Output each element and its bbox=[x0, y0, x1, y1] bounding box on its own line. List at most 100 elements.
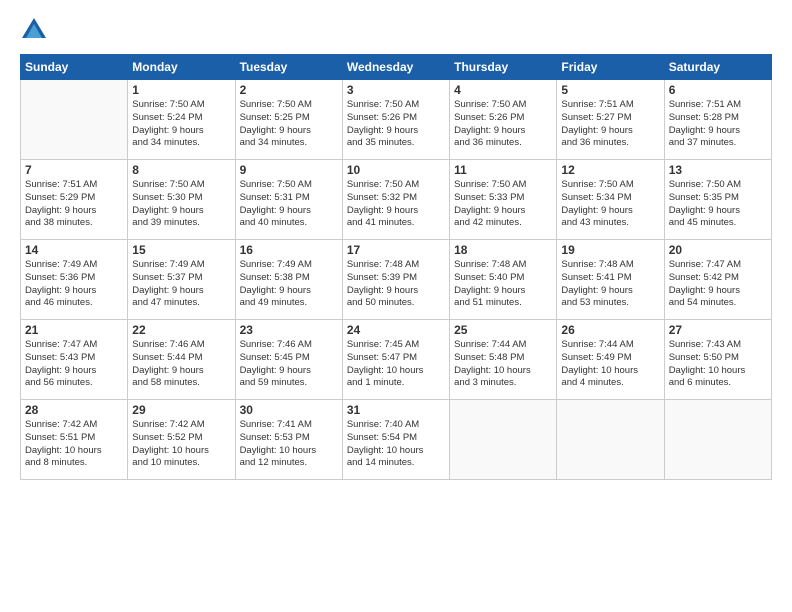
calendar-cell: 18 Sunrise: 7:48 AMSunset: 5:40 PMDayligh… bbox=[450, 240, 557, 320]
calendar-cell bbox=[664, 400, 771, 480]
day-info: Sunrise: 7:50 AMSunset: 5:32 PMDaylight:… bbox=[347, 179, 445, 230]
day-number: 27 bbox=[669, 323, 767, 337]
day-number: 9 bbox=[240, 163, 338, 177]
day-info: Sunrise: 7:48 AMSunset: 5:39 PMDaylight:… bbox=[347, 259, 445, 310]
calendar-cell: 23Sunrise: 7:46 AMSunset: 5:45 PMDayligh… bbox=[235, 320, 342, 400]
day-info: Sunrise: 7:48 AMSunset: 5:40 PMDaylight:… bbox=[454, 259, 552, 310]
calendar-cell bbox=[21, 80, 128, 160]
calendar-cell: 6 Sunrise: 7:51 AMSunset: 5:28 PMDaylight… bbox=[664, 80, 771, 160]
weekday-thursday: Thursday bbox=[450, 55, 557, 80]
day-info: Sunrise: 7:44 AMSunset: 5:49 PMDaylight:… bbox=[561, 339, 659, 390]
day-number: 17 bbox=[347, 243, 445, 257]
weekday-friday: Friday bbox=[557, 55, 664, 80]
calendar-week-1: 7 Sunrise: 7:51 AMSunset: 5:29 PMDaylight… bbox=[21, 160, 772, 240]
day-info: Sunrise: 7:49 AMSunset: 5:36 PMDaylight:… bbox=[25, 259, 123, 310]
day-info: Sunrise: 7:50 AMSunset: 5:31 PMDaylight:… bbox=[240, 179, 338, 230]
calendar-cell: 14 Sunrise: 7:49 AMSunset: 5:36 PMDayligh… bbox=[21, 240, 128, 320]
calendar-cell: 12 Sunrise: 7:50 AMSunset: 5:34 PMDayligh… bbox=[557, 160, 664, 240]
calendar-cell: 24 Sunrise: 7:45 AMSunset: 5:47 PMDayligh… bbox=[342, 320, 449, 400]
weekday-wednesday: Wednesday bbox=[342, 55, 449, 80]
calendar-cell: 10 Sunrise: 7:50 AMSunset: 5:32 PMDayligh… bbox=[342, 160, 449, 240]
day-info: Sunrise: 7:45 AMSunset: 5:47 PMDaylight:… bbox=[347, 339, 445, 390]
day-info: Sunrise: 7:50 AMSunset: 5:35 PMDaylight:… bbox=[669, 179, 767, 230]
day-info: Sunrise: 7:42 AMSunset: 5:52 PMDaylight:… bbox=[132, 419, 230, 470]
day-info: Sunrise: 7:50 AMSunset: 5:34 PMDaylight:… bbox=[561, 179, 659, 230]
weekday-header-row: SundayMondayTuesdayWednesdayThursdayFrid… bbox=[21, 55, 772, 80]
day-info: Sunrise: 7:51 AMSunset: 5:29 PMDaylight:… bbox=[25, 179, 123, 230]
calendar-cell: 31 Sunrise: 7:40 AMSunset: 5:54 PMDayligh… bbox=[342, 400, 449, 480]
calendar-cell: 13 Sunrise: 7:50 AMSunset: 5:35 PMDayligh… bbox=[664, 160, 771, 240]
calendar-cell: 28 Sunrise: 7:42 AMSunset: 5:51 PMDayligh… bbox=[21, 400, 128, 480]
calendar-cell: 25Sunrise: 7:44 AMSunset: 5:48 PMDayligh… bbox=[450, 320, 557, 400]
calendar-cell: 21 Sunrise: 7:47 AMSunset: 5:43 PMDayligh… bbox=[21, 320, 128, 400]
day-info: Sunrise: 7:47 AMSunset: 5:43 PMDaylight:… bbox=[25, 339, 123, 390]
day-number: 2 bbox=[240, 83, 338, 97]
calendar-cell: 15 Sunrise: 7:49 AMSunset: 5:37 PMDayligh… bbox=[128, 240, 235, 320]
day-number: 3 bbox=[347, 83, 445, 97]
calendar-cell: 11 Sunrise: 7:50 AMSunset: 5:33 PMDayligh… bbox=[450, 160, 557, 240]
weekday-monday: Monday bbox=[128, 55, 235, 80]
calendar-cell: 3 Sunrise: 7:50 AMSunset: 5:26 PMDaylight… bbox=[342, 80, 449, 160]
day-info: Sunrise: 7:50 AMSunset: 5:26 PMDaylight:… bbox=[454, 99, 552, 150]
day-info: Sunrise: 7:50 AMSunset: 5:33 PMDaylight:… bbox=[454, 179, 552, 230]
calendar-cell: 29 Sunrise: 7:42 AMSunset: 5:52 PMDayligh… bbox=[128, 400, 235, 480]
day-number: 22 bbox=[132, 323, 230, 337]
day-number: 11 bbox=[454, 163, 552, 177]
day-info: Sunrise: 7:49 AMSunset: 5:37 PMDaylight:… bbox=[132, 259, 230, 310]
page: SundayMondayTuesdayWednesdayThursdayFrid… bbox=[0, 0, 792, 612]
calendar-cell: 22Sunrise: 7:46 AMSunset: 5:44 PMDayligh… bbox=[128, 320, 235, 400]
calendar-cell: 30Sunrise: 7:41 AMSunset: 5:53 PMDayligh… bbox=[235, 400, 342, 480]
day-number: 5 bbox=[561, 83, 659, 97]
day-info: Sunrise: 7:40 AMSunset: 5:54 PMDaylight:… bbox=[347, 419, 445, 470]
day-info: Sunrise: 7:41 AMSunset: 5:53 PMDaylight:… bbox=[240, 419, 338, 470]
day-info: Sunrise: 7:50 AMSunset: 5:30 PMDaylight:… bbox=[132, 179, 230, 230]
calendar-cell: 27 Sunrise: 7:43 AMSunset: 5:50 PMDayligh… bbox=[664, 320, 771, 400]
calendar-week-3: 21 Sunrise: 7:47 AMSunset: 5:43 PMDayligh… bbox=[21, 320, 772, 400]
day-info: Sunrise: 7:51 AMSunset: 5:28 PMDaylight:… bbox=[669, 99, 767, 150]
day-number: 18 bbox=[454, 243, 552, 257]
day-number: 6 bbox=[669, 83, 767, 97]
day-number: 4 bbox=[454, 83, 552, 97]
day-number: 16 bbox=[240, 243, 338, 257]
day-number: 24 bbox=[347, 323, 445, 337]
calendar-cell: 5Sunrise: 7:51 AMSunset: 5:27 PMDaylight… bbox=[557, 80, 664, 160]
day-number: 23 bbox=[240, 323, 338, 337]
day-number: 14 bbox=[25, 243, 123, 257]
calendar-table: SundayMondayTuesdayWednesdayThursdayFrid… bbox=[20, 54, 772, 480]
day-number: 13 bbox=[669, 163, 767, 177]
day-info: Sunrise: 7:43 AMSunset: 5:50 PMDaylight:… bbox=[669, 339, 767, 390]
logo bbox=[20, 16, 52, 44]
calendar-cell: 4 Sunrise: 7:50 AMSunset: 5:26 PMDaylight… bbox=[450, 80, 557, 160]
calendar-week-0: 1Sunrise: 7:50 AMSunset: 5:24 PMDaylight… bbox=[21, 80, 772, 160]
day-number: 31 bbox=[347, 403, 445, 417]
calendar-cell: 16Sunrise: 7:49 AMSunset: 5:38 PMDayligh… bbox=[235, 240, 342, 320]
day-number: 29 bbox=[132, 403, 230, 417]
calendar-cell: 9 Sunrise: 7:50 AMSunset: 5:31 PMDaylight… bbox=[235, 160, 342, 240]
header bbox=[20, 16, 772, 44]
day-number: 21 bbox=[25, 323, 123, 337]
day-number: 10 bbox=[347, 163, 445, 177]
day-info: Sunrise: 7:42 AMSunset: 5:51 PMDaylight:… bbox=[25, 419, 123, 470]
day-number: 12 bbox=[561, 163, 659, 177]
day-number: 20 bbox=[669, 243, 767, 257]
logo-icon bbox=[20, 16, 48, 44]
day-info: Sunrise: 7:44 AMSunset: 5:48 PMDaylight:… bbox=[454, 339, 552, 390]
calendar-cell: 7 Sunrise: 7:51 AMSunset: 5:29 PMDaylight… bbox=[21, 160, 128, 240]
day-info: Sunrise: 7:47 AMSunset: 5:42 PMDaylight:… bbox=[669, 259, 767, 310]
day-number: 7 bbox=[25, 163, 123, 177]
calendar-cell: 26Sunrise: 7:44 AMSunset: 5:49 PMDayligh… bbox=[557, 320, 664, 400]
calendar-cell: 17 Sunrise: 7:48 AMSunset: 5:39 PMDayligh… bbox=[342, 240, 449, 320]
calendar-week-2: 14 Sunrise: 7:49 AMSunset: 5:36 PMDayligh… bbox=[21, 240, 772, 320]
calendar-cell: 2 Sunrise: 7:50 AMSunset: 5:25 PMDaylight… bbox=[235, 80, 342, 160]
day-number: 28 bbox=[25, 403, 123, 417]
day-number: 8 bbox=[132, 163, 230, 177]
calendar-cell: 20 Sunrise: 7:47 AMSunset: 5:42 PMDayligh… bbox=[664, 240, 771, 320]
day-number: 1 bbox=[132, 83, 230, 97]
day-info: Sunrise: 7:50 AMSunset: 5:25 PMDaylight:… bbox=[240, 99, 338, 150]
calendar-cell: 8 Sunrise: 7:50 AMSunset: 5:30 PMDaylight… bbox=[128, 160, 235, 240]
day-number: 15 bbox=[132, 243, 230, 257]
calendar-cell: 1Sunrise: 7:50 AMSunset: 5:24 PMDaylight… bbox=[128, 80, 235, 160]
day-info: Sunrise: 7:50 AMSunset: 5:26 PMDaylight:… bbox=[347, 99, 445, 150]
calendar-cell bbox=[557, 400, 664, 480]
weekday-sunday: Sunday bbox=[21, 55, 128, 80]
